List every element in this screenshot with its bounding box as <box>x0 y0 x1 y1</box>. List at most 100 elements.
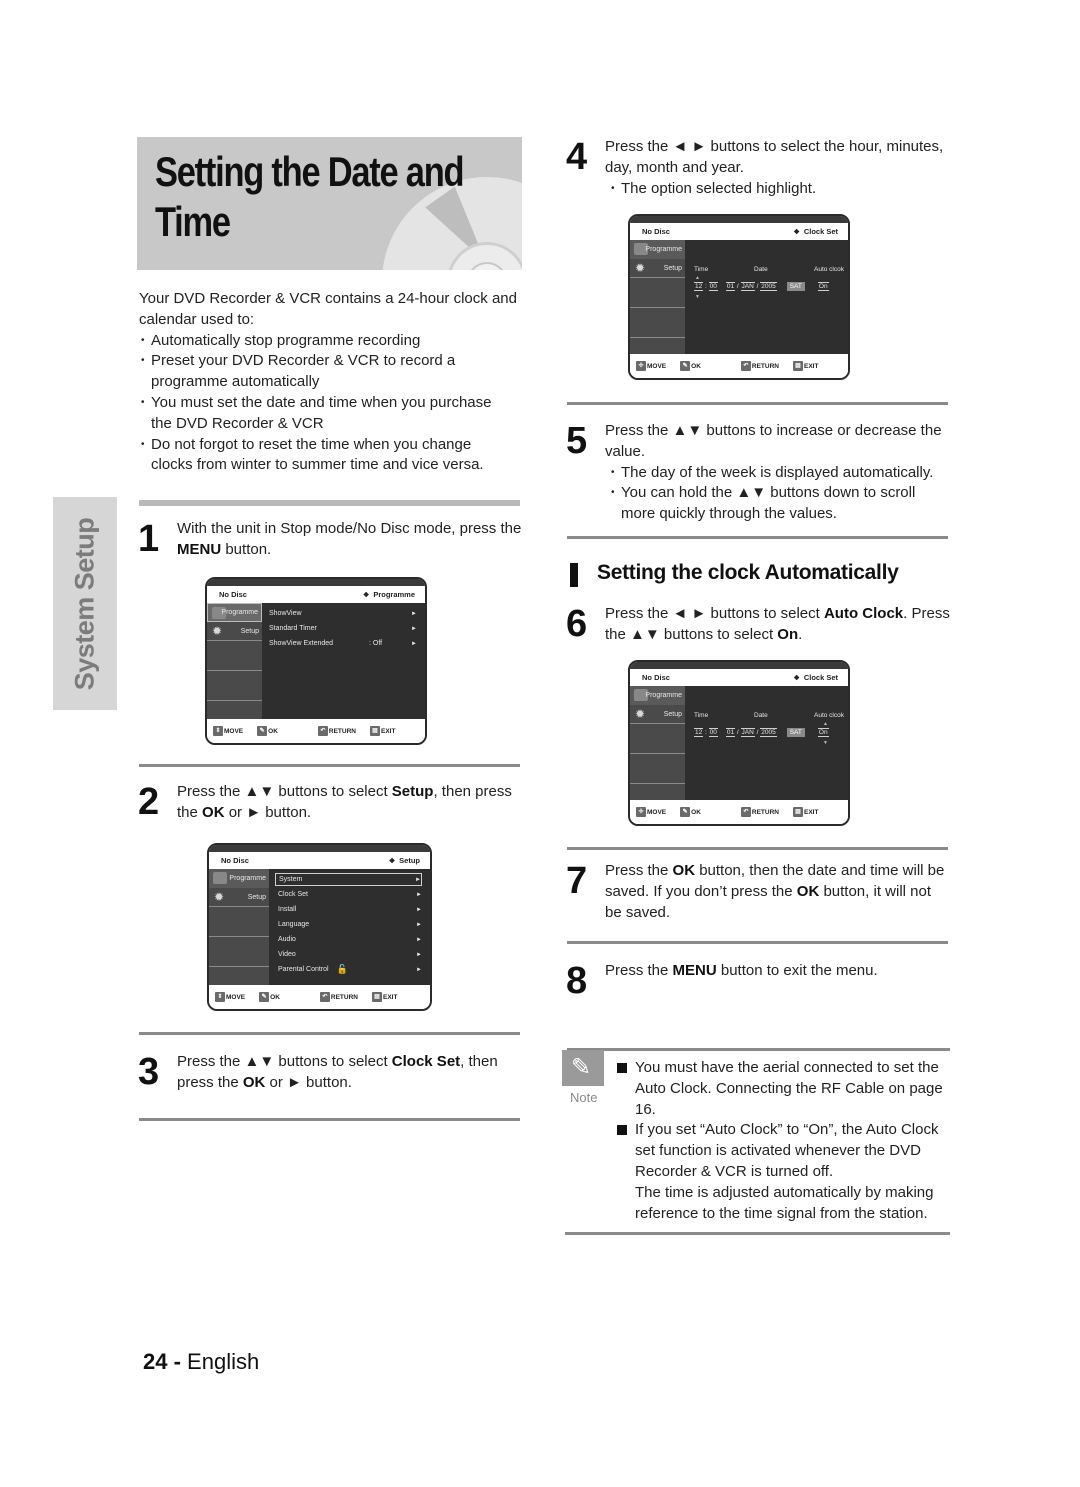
step-2-text: Press the ▲▼ buttons to select Setup, th… <box>177 782 522 824</box>
item-label: ShowView <box>269 610 302 617</box>
text: With the unit in Stop mode/No Disc mode,… <box>177 520 522 537</box>
footer-label: OK <box>691 808 701 816</box>
osd-menu-item-selected[interactable]: System ► <box>275 873 422 886</box>
auto-clock-field[interactable]: On <box>817 282 829 291</box>
text: or ► button. <box>265 1073 352 1091</box>
osd-tab-setup[interactable]: ✹ Setup <box>630 259 685 278</box>
text: Press the <box>605 962 673 979</box>
osd-menu-item[interactable]: Audio ► <box>278 933 422 946</box>
tab-label: Setup <box>663 264 682 272</box>
osd-menu-item[interactable]: Clock Set ► <box>278 888 422 901</box>
osd-menu-item[interactable]: Video ► <box>278 948 422 961</box>
divider <box>139 1032 520 1035</box>
osd-tab-programme[interactable]: Programme <box>630 686 685 705</box>
step-8-text: Press the MENU button to exit the menu. <box>605 961 950 982</box>
page-language: English <box>187 1349 260 1374</box>
page-footer: 24 - English <box>143 1349 259 1375</box>
caret-up-icon: ▲ <box>823 721 828 727</box>
emphasis: OK <box>242 1073 266 1091</box>
footer-label: EXIT <box>383 993 398 1001</box>
square-bullet-icon <box>617 1125 627 1136</box>
auto-clock-label: Auto clcok <box>814 266 844 273</box>
time-label: Time <box>694 712 709 719</box>
auto-clock-label: Auto clcok <box>814 712 844 719</box>
divider <box>567 941 948 944</box>
year-field[interactable]: 2005 <box>760 282 777 291</box>
emphasis: On <box>777 625 799 643</box>
osd-menu-item[interactable]: Standard Timer ► <box>269 622 417 635</box>
osd-setup-menu: No Disc Setup Programme ✹ Setup System ► Cl… <box>207 843 432 1011</box>
osd-location: Clock Set <box>794 673 838 682</box>
arrow-right-icon: ► <box>411 625 417 632</box>
osd-menu-item[interactable]: Language ► <box>278 918 422 931</box>
minute-field[interactable]: 00 <box>708 282 718 291</box>
footer-label: MOVE <box>647 808 667 816</box>
gear-icon: ✹ <box>214 890 225 904</box>
tab-label: Programme <box>229 875 266 882</box>
osd-location: Setup <box>389 856 420 865</box>
text: or ► button. <box>224 803 312 821</box>
osd-tab-programme[interactable]: Programme <box>630 240 685 259</box>
month-field[interactable]: JAN <box>740 282 755 291</box>
osd-menu-item[interactable]: Parental Control 🔓 ► <box>278 963 422 976</box>
osd-tab-setup[interactable]: ✹ Setup <box>630 705 685 724</box>
osd-tab-programme[interactable]: Programme <box>209 869 269 888</box>
arrow-right-icon: ► <box>411 640 417 647</box>
intro-paragraph: Your DVD Recorder & VCR contains a 24-ho… <box>139 290 517 328</box>
footer-label: EXIT <box>804 362 819 370</box>
item-label: Audio <box>278 936 296 943</box>
hour-field[interactable]: 12 <box>694 728 704 737</box>
osd-menu-item[interactable]: ShowView ► <box>269 607 417 620</box>
osd-menu-item[interactable]: ShowView Extended: Off ► <box>269 637 417 650</box>
weekday-badge: SAT <box>786 282 805 291</box>
hour-field[interactable]: 12 <box>694 282 704 291</box>
return-icon: ↶ <box>740 807 751 817</box>
osd-tab-setup[interactable]: ✹ Setup <box>207 622 262 641</box>
day-field[interactable]: 01 <box>725 728 736 737</box>
step-bullet: The option selected highlight. <box>609 179 950 200</box>
month-field[interactable]: JAN <box>740 728 755 737</box>
minute-field[interactable]: 00 <box>708 728 718 737</box>
step-number: 8 <box>566 960 588 1002</box>
tab-label: Setup <box>663 710 682 718</box>
footer-label: RETURN <box>751 362 779 370</box>
move-icon: ⇕ <box>213 726 223 736</box>
osd-disc-status: No Disc <box>219 590 247 599</box>
exit-icon: ▤ <box>793 361 803 371</box>
lock-icon: 🔓 <box>336 964 348 974</box>
step-number: 7 <box>566 860 588 902</box>
intro-bullet: You must set the date and time when you … <box>139 393 509 435</box>
step-6-text: Press the ◄ ► buttons to select Auto Clo… <box>605 604 950 646</box>
arrow-right-icon: ► <box>411 610 417 617</box>
emphasis: Auto Clock <box>823 605 904 622</box>
year-field[interactable]: 2005 <box>760 728 777 737</box>
note-label: Note <box>570 1090 598 1105</box>
day-field[interactable]: 01 <box>725 282 736 291</box>
text: Press the ◄ ► buttons to select the hour… <box>605 138 944 176</box>
step-number: 2 <box>138 781 160 823</box>
move-icon: ⇕ <box>215 992 225 1002</box>
tab-label: Programme <box>645 246 682 253</box>
section-heading: Setting the clock Automatically <box>597 561 899 584</box>
osd-menu-item[interactable]: Install ► <box>278 903 422 916</box>
step-3-text: Press the ▲▼ buttons to select Clock Set… <box>177 1052 522 1094</box>
page-title: Setting the Date and Time <box>155 148 465 245</box>
emphasis: OK <box>672 862 696 879</box>
footer-label: RETURN <box>751 808 779 816</box>
tab-label: Setup <box>247 893 266 901</box>
step-4-text: Press the ◄ ► buttons to select the hour… <box>605 137 950 199</box>
time-label: Time <box>694 266 709 273</box>
divider <box>567 1048 950 1051</box>
osd-tab-programme[interactable]: Programme <box>207 603 262 622</box>
osd-disc-status: No Disc <box>642 227 670 236</box>
exit-icon: ▤ <box>372 992 382 1002</box>
footer-label: OK <box>691 362 701 370</box>
section-marker <box>570 563 578 587</box>
auto-clock-field[interactable]: On <box>817 728 829 737</box>
gear-icon: ✹ <box>212 624 223 638</box>
intro: Your DVD Recorder & VCR contains a 24-ho… <box>139 289 519 476</box>
osd-tab-setup[interactable]: ✹ Setup <box>209 888 269 907</box>
move-icon: ✢ <box>636 361 646 371</box>
tab-label: Programme <box>221 609 258 616</box>
arrow-right-icon: ► <box>416 921 422 928</box>
